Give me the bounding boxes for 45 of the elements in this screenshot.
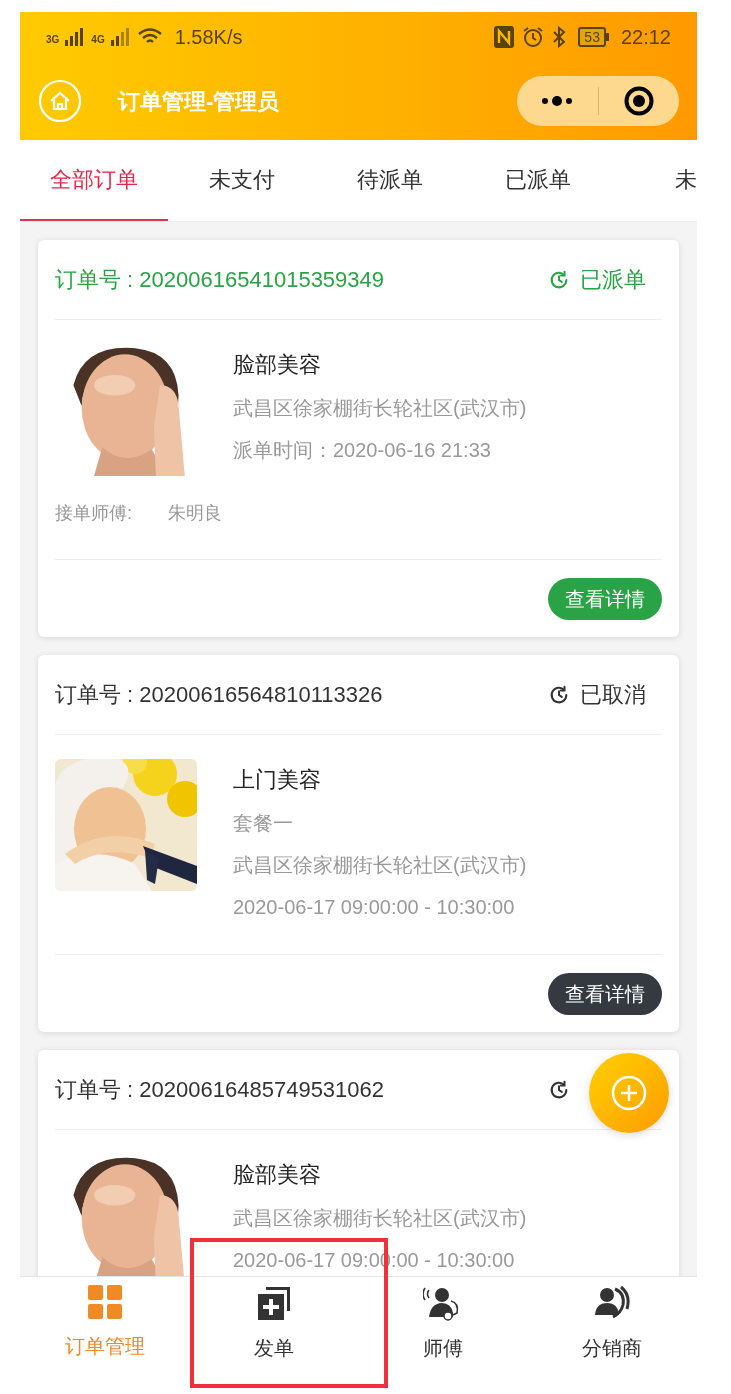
service-title: 脸部美容: [233, 1161, 322, 1189]
battery-indicator: 53: [578, 27, 609, 47]
clock-icon: [548, 683, 570, 706]
master-name: 朱明良: [168, 502, 222, 525]
clock-icon: [548, 1078, 570, 1101]
grid-icon: [87, 1285, 122, 1319]
users-icon: [593, 1285, 632, 1321]
nav-tab[interactable]: 发单: [189, 1277, 359, 1390]
order-detail: 武昌区徐家棚街长轮社区(武汉市): [233, 853, 527, 878]
nfc-icon: [494, 26, 515, 48]
signal-icon: [110, 28, 131, 46]
signal-icon: [65, 28, 86, 46]
order-status: 已派单: [580, 266, 646, 294]
order-detail: 2020-06-17 09:00:00 - 10:30:00: [233, 895, 516, 920]
target-icon[interactable]: [623, 86, 654, 116]
order-tab[interactable]: 待派单: [316, 140, 464, 221]
page-title: 订单管理-管理员: [118, 87, 281, 116]
service-title: 脸部美容: [233, 351, 322, 379]
plus-circle-icon: [611, 1075, 647, 1111]
nav-tab[interactable]: 分销商: [527, 1277, 697, 1390]
network-label: 4G: [91, 33, 105, 47]
order-tab[interactable]: 未: [612, 140, 697, 221]
order-detail: 套餐一: [233, 811, 294, 836]
order-tab[interactable]: 已派单: [464, 140, 612, 221]
nav-tab[interactable]: 师傅: [358, 1277, 528, 1390]
order-detail: 武昌区徐家棚街长轮社区(武汉市): [233, 396, 527, 421]
order-number: 订单号 : 20200616541015359349: [55, 266, 385, 294]
order-status: 已取消: [580, 681, 646, 709]
network-speed: 1.58K/s: [174, 25, 243, 50]
order-tab[interactable]: 全部订单: [20, 140, 168, 221]
clock-time: 22:12: [620, 25, 671, 50]
order-detail: 武昌区徐家棚街长轮社区(武汉市): [233, 1206, 527, 1231]
bluetooth-icon: [552, 26, 567, 48]
order-number: 订单号 : 20200616485749531062: [55, 1076, 385, 1104]
order-tab[interactable]: 未支付: [168, 140, 316, 221]
add-square-icon: [255, 1285, 292, 1321]
alarm-icon: [522, 26, 545, 48]
service-title: 上门美容: [233, 766, 322, 794]
clock-icon: [548, 268, 570, 291]
network-label: 3G: [46, 33, 60, 47]
order-number: 订单号 : 20200616564810113326: [55, 681, 383, 709]
order-detail: 派单时间：2020-06-16 21:33: [233, 438, 492, 463]
view-details-button[interactable]: 查看详情: [548, 972, 662, 1015]
more-icon[interactable]: [541, 96, 574, 106]
master-label: 接单师傅:: [55, 502, 132, 525]
